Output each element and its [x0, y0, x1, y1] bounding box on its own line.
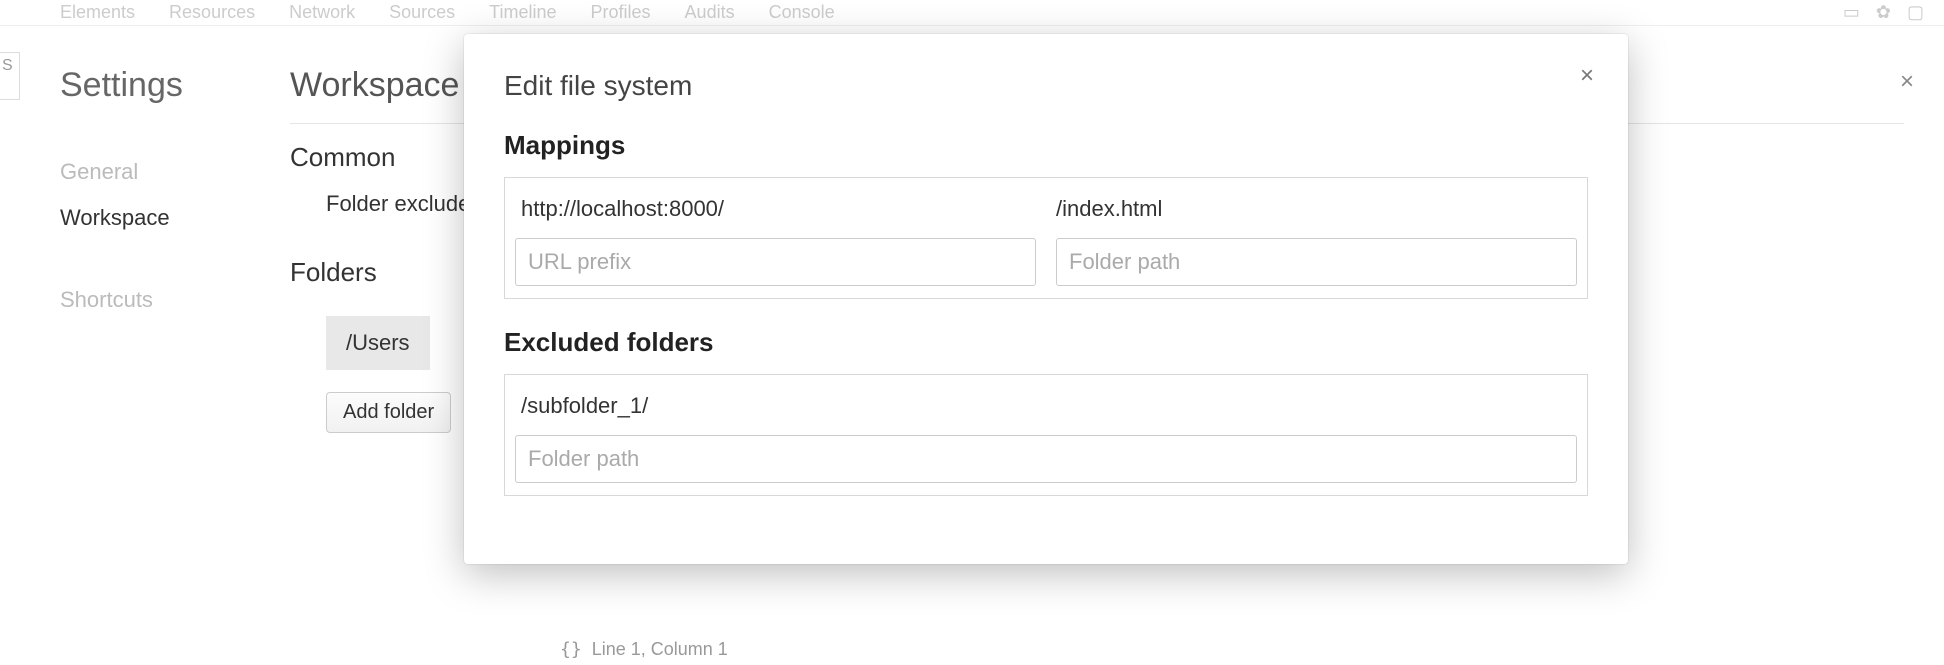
- folder-path-input[interactable]: [1056, 238, 1577, 286]
- settings-gear-icon[interactable]: ✿: [1876, 2, 1891, 23]
- excluded-box: /subfolder_1/: [504, 374, 1588, 496]
- excluded-folders-heading: Excluded folders: [504, 327, 1588, 358]
- dialog-title: Edit file system: [504, 70, 1588, 102]
- devtools-window: Elements Resources Network Sources Timel…: [0, 0, 1944, 665]
- add-folder-button[interactable]: Add folder: [326, 392, 451, 433]
- dock-icon[interactable]: ▢: [1907, 2, 1924, 23]
- nav-item-general[interactable]: General: [60, 149, 230, 195]
- mapping-entry[interactable]: http://localhost:8000/ /index.html: [515, 188, 1577, 238]
- excluded-entry[interactable]: /subfolder_1/: [515, 385, 1577, 435]
- nav-item-shortcuts[interactable]: Shortcuts: [60, 277, 230, 323]
- devtools-top-menu: Elements Resources Network Sources Timel…: [0, 0, 1944, 26]
- menu-item[interactable]: Elements: [60, 2, 135, 23]
- edit-file-system-dialog: × Edit file system Mappings http://local…: [464, 34, 1628, 564]
- menu-item[interactable]: Console: [769, 2, 835, 23]
- menu-item[interactable]: Sources: [389, 2, 455, 23]
- cursor-position: Line 1, Column 1: [592, 639, 728, 660]
- dialog-close-icon[interactable]: ×: [1580, 64, 1594, 88]
- mappings-heading: Mappings: [504, 130, 1588, 161]
- menu-item[interactable]: Audits: [685, 2, 735, 23]
- settings-title: Settings: [60, 66, 230, 105]
- folder-chip[interactable]: /Users: [326, 316, 430, 370]
- status-bar: {} Line 1, Column 1: [0, 633, 1944, 665]
- menu-item[interactable]: Resources: [169, 2, 255, 23]
- url-prefix-input[interactable]: [515, 238, 1036, 286]
- mapping-url-value: http://localhost:8000/: [521, 196, 1036, 222]
- nav-item-workspace[interactable]: Workspace: [60, 195, 230, 241]
- menu-item[interactable]: Profiles: [591, 2, 651, 23]
- braces-icon[interactable]: {}: [560, 639, 582, 660]
- mappings-box: http://localhost:8000/ /index.html: [504, 177, 1588, 299]
- excluded-folder-input[interactable]: [515, 435, 1577, 483]
- settings-sidebar: Settings General Workspace Shortcuts: [20, 26, 230, 665]
- sidebar-search-stub: S: [0, 52, 20, 100]
- mapping-folder-value: /index.html: [1056, 196, 1571, 222]
- drawer-icon[interactable]: ▭: [1843, 2, 1860, 23]
- menu-item[interactable]: Timeline: [489, 2, 556, 23]
- menu-item[interactable]: Network: [289, 2, 355, 23]
